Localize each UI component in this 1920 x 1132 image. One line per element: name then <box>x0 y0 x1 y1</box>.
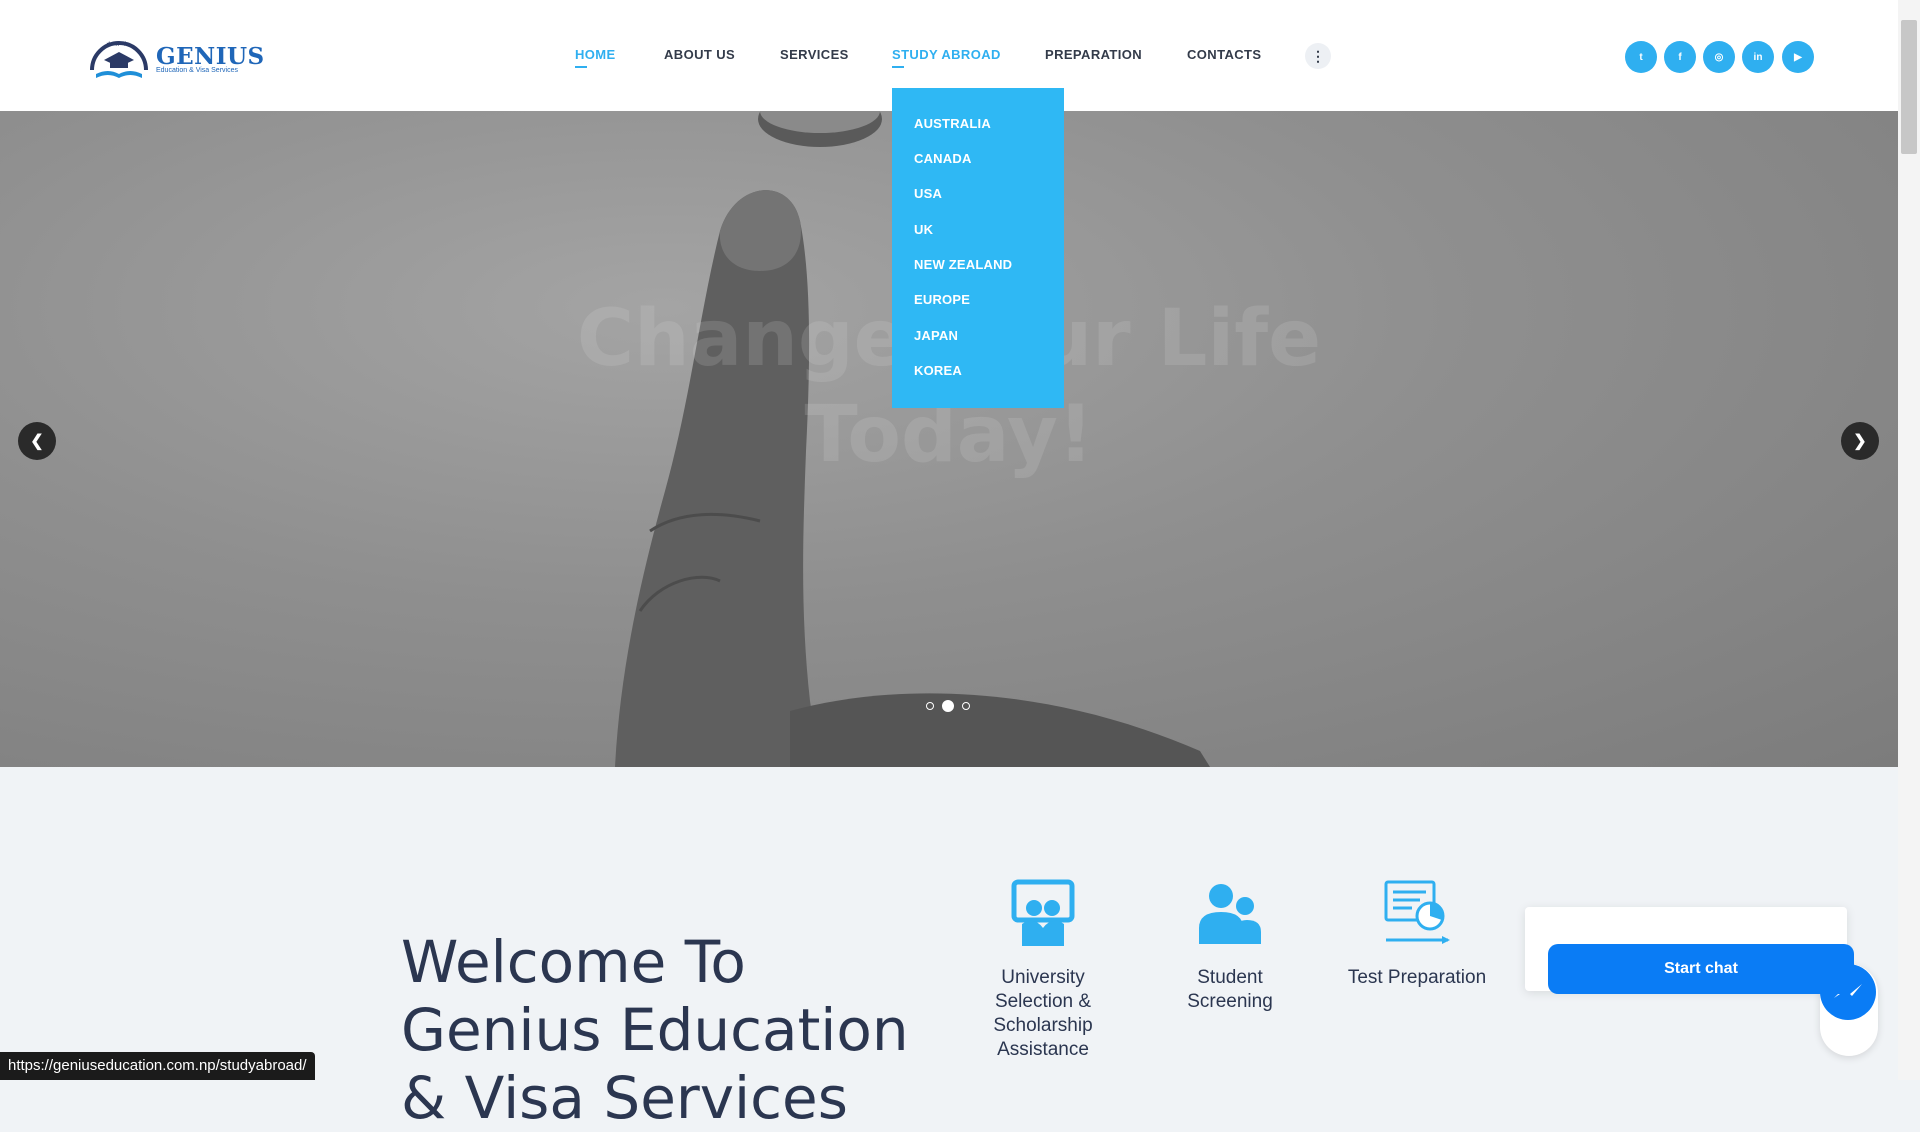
twitter-button[interactable]: t <box>1625 41 1657 73</box>
scrollbar-thumb[interactable] <box>1901 20 1917 154</box>
dropdown-item-usa[interactable]: USA <box>914 186 942 201</box>
feature-label: Test Preparation <box>1347 967 1487 988</box>
twitter-icon: t <box>1639 51 1643 63</box>
welcome-heading: Welcome To Genius Education & Visa Servi… <box>401 928 909 1132</box>
nav-preparation[interactable]: PREPARATION <box>1045 47 1142 62</box>
slider-dot-1[interactable] <box>926 702 934 710</box>
users-icon <box>1199 884 1261 944</box>
vertical-dots-icon: ⋮ <box>1311 47 1325 64</box>
nav-study-abroad[interactable]: STUDY ABROAD <box>892 47 1001 68</box>
nav-about-us[interactable]: ABOUT US <box>664 47 735 62</box>
dropdown-item-australia[interactable]: AUSTRALIA <box>914 116 991 131</box>
dropdown-item-europe[interactable]: EUROPE <box>914 292 970 307</box>
slider-dot-2[interactable] <box>942 700 954 712</box>
start-chat-button[interactable]: Start chat <box>1548 944 1854 994</box>
linkedin-icon: in <box>1753 51 1763 63</box>
dropdown-item-new-zealand[interactable]: NEW ZEALAND <box>914 257 1012 272</box>
svg-text:★ ★ ★: ★ ★ ★ <box>106 40 129 48</box>
youtube-button[interactable]: ▶ <box>1782 41 1814 73</box>
facebook-button[interactable]: f <box>1664 41 1696 73</box>
nav-contacts[interactable]: CONTACTS <box>1187 47 1261 62</box>
logo-tagline: Education & Visa Services <box>156 67 238 74</box>
logo-emblem-icon: ★ ★ ★ <box>90 40 148 78</box>
logo-wordmark: GENIUS <box>156 43 265 70</box>
feature-test-preparation[interactable]: Test Preparation <box>1342 878 1492 990</box>
nav-services[interactable]: SERVICES <box>780 47 849 62</box>
instagram-icon: ◎ <box>1714 51 1724 63</box>
instagram-button[interactable]: ◎ <box>1703 41 1735 73</box>
feature-label: Student Screening <box>1187 967 1273 1012</box>
dropdown-item-uk[interactable]: UK <box>914 222 933 237</box>
link-status-bar: https://geniuseducation.com.np/studyabro… <box>0 1052 315 1080</box>
feature-university-selection[interactable]: University Selection & Scholarship Assis… <box>968 878 1118 1062</box>
chevron-right-icon: ❯ <box>1853 433 1867 450</box>
test-chart-icon <box>1384 880 1450 944</box>
linkedin-button[interactable]: in <box>1742 41 1774 73</box>
dropdown-item-canada[interactable]: CANADA <box>914 151 972 166</box>
nav-home[interactable]: HOME <box>575 47 616 68</box>
slider-prev-button[interactable]: ❮ <box>18 422 56 460</box>
site-logo[interactable]: ★ ★ ★ GENIUS Education & Visa Services <box>84 30 264 84</box>
youtube-icon: ▶ <box>1794 51 1802 63</box>
slider-dot-3[interactable] <box>962 702 970 710</box>
chevron-left-icon: ❮ <box>30 433 44 450</box>
facebook-icon: f <box>1678 51 1682 63</box>
feature-student-screening[interactable]: Student Screening <box>1155 878 1305 1014</box>
page-scrollbar[interactable] <box>1898 0 1920 1080</box>
presentation-board-icon <box>1011 879 1075 946</box>
dropdown-item-korea[interactable]: KOREA <box>914 363 962 378</box>
slider-next-button[interactable]: ❯ <box>1841 422 1879 460</box>
dropdown-item-japan[interactable]: JAPAN <box>914 328 958 343</box>
feature-label: University Selection & Scholarship Assis… <box>993 967 1093 1060</box>
study-abroad-dropdown: AUSTRALIA CANADA USA UK NEW ZEALAND EURO… <box>892 88 1064 408</box>
more-menu-button[interactable]: ⋮ <box>1305 43 1331 69</box>
